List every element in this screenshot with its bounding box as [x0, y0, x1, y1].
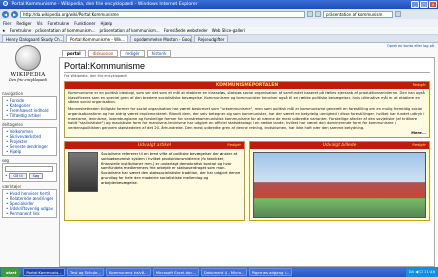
browser-tab-bar: Henry Dalsgaard Skudy Ch... Portal:Kommu… — [0, 35, 438, 43]
sidebar-item[interactable]: Hjælp — [6, 149, 53, 154]
minimize-button[interactable]: _ — [411, 1, 419, 8]
sidebar: navigation Forside Kategorier Fremhævet … — [2, 89, 57, 218]
taskbar-item[interactable]: Kommunens halvå... — [105, 268, 151, 276]
browser-tab-active[interactable]: Portal:Kommunisme - Wik... — [66, 35, 128, 42]
browser-tab[interactable]: opsdømmelse Moston - Goog... — [130, 35, 192, 42]
portal-body: Kommunisme er en politisk ideologi, som … — [65, 89, 429, 137]
browser-tab[interactable]: Henry Dalsgaard Skudy Ch... — [2, 35, 64, 42]
favorites-bar: ★ Foretrukne präsentation af kommunism..… — [0, 27, 438, 35]
sidebar-item[interactable]: Tilfældig artikel — [6, 113, 53, 118]
featured-article-box: Udvalgt artikel Redigér Socialisme refer… — [64, 141, 245, 222]
featured-image-header: Udvalgt billede Redigér — [250, 142, 429, 150]
featured-image-box: Udvalgt billede Redigér — [249, 141, 430, 222]
more-link[interactable]: Mere... — [68, 131, 426, 136]
portal-header-title: KOMMUNISMEPORTALEN — [215, 83, 279, 88]
forward-icon[interactable]: ▶ — [11, 10, 18, 18]
tab-discussion[interactable]: diskussion — [87, 50, 119, 57]
intro-paragraph: Kommunisme er en politisk ideologi, som … — [68, 91, 425, 105]
search-box: Gå til Søg — [2, 163, 57, 182]
participation-box: Velkommen Skriveværksted Projekter Senes… — [2, 127, 57, 156]
featured-article-text: Socialisme refererer til en bred vifte a… — [101, 152, 241, 185]
puzzle-globe-icon — [15, 45, 41, 71]
featured-image-title: Udvalgt billede — [322, 143, 357, 149]
sidebar-item[interactable]: Permanent link — [6, 211, 53, 216]
search-button[interactable]: Søg — [28, 173, 44, 179]
tools-box: Hvad henviser hertil Relaterede ændringe… — [2, 189, 57, 218]
portal-edit-link[interactable]: Redigér — [413, 82, 426, 89]
browser-tab[interactable]: Rejseudgifter — [194, 35, 229, 42]
taskbar-item[interactable]: Dokument 4 - Micro... — [200, 268, 247, 276]
start-button[interactable]: start — [1, 267, 22, 277]
back-icon[interactable]: ◀ — [2, 10, 9, 18]
menu-file[interactable]: Filer — [3, 21, 11, 26]
menu-favorites[interactable]: Foretrukne — [48, 21, 70, 26]
taskbar-item[interactable]: Portal:Kommunis... — [23, 268, 66, 276]
menu-tools[interactable]: Funktioner — [74, 21, 95, 26]
search-icon[interactable] — [395, 11, 401, 17]
taskbar-item[interactable]: Test og Schule... — [67, 268, 104, 276]
main-content: Portal:Kommunisme Fra Wikipedia, den fri… — [59, 57, 435, 267]
menu-bar: Filer Rediger Vis Foretrukne Funktioner … — [0, 19, 438, 27]
wiki-search-input[interactable] — [5, 166, 53, 172]
link-item[interactable]: präsentation af kommunism... — [35, 28, 95, 33]
kremlin-image[interactable] — [253, 152, 426, 219]
search-field[interactable]: präsentation af kommunism — [323, 10, 393, 18]
tab-edit[interactable]: redigér — [120, 50, 145, 57]
link-item[interactable]: Foretrukne — [10, 28, 32, 33]
featured-article-title: Udvalgt artikel — [137, 143, 172, 149]
featured-article-edit-link[interactable]: Redigér — [227, 142, 241, 149]
stop-icon[interactable] — [315, 11, 321, 17]
link-item[interactable]: Foreslåede websteder — [164, 28, 208, 33]
go-button[interactable]: Gå til — [9, 173, 27, 179]
taskbar-item[interactable]: Microsoft Excel-doc... — [152, 268, 199, 276]
featured-image-edit-link[interactable]: Redigér — [412, 142, 426, 149]
window-controls: _ □ x — [411, 1, 437, 8]
nav-box: Forside Kategorier Fremhævet indhold Til… — [2, 96, 57, 120]
address-bar: ◀ ▶ http://da.wikipedia.org/wiki/Portal:… — [0, 9, 438, 19]
tab-history[interactable]: historik — [146, 50, 172, 57]
logo-subtitle: Den frie encyklopædi — [8, 78, 48, 82]
page-subtitle: Fra Wikipedia, den frie encyklopædi — [64, 74, 127, 78]
internet-explorer-icon — [3, 1, 8, 6]
page-title: Portal:Kommunisme — [64, 61, 430, 73]
tab-portal[interactable]: portal — [62, 50, 86, 57]
url-field[interactable]: http://da.wikipedia.org/wiki/Portal:Komm… — [20, 10, 305, 18]
link-item[interactable]: Web Slice-galleri — [212, 28, 245, 33]
portal-header: KOMMUNISMEPORTALEN Redigér — [65, 82, 429, 89]
taskbar-item[interactable]: Pigernes adgang i... — [248, 268, 293, 276]
featured-article-header: Udvalgt artikel Redigér — [65, 142, 244, 150]
menu-edit[interactable]: Rediger — [16, 21, 31, 26]
wikipedia-logo[interactable]: WIKIPEDIA Den frie encyklopædi — [6, 45, 50, 87]
link-item[interactable]: präsentation af kommunism... — [99, 28, 159, 33]
portal-columns: Udvalgt artikel Redigér Socialisme refer… — [64, 141, 430, 222]
refresh-icon[interactable] — [307, 11, 313, 17]
favorites-star-icon[interactable]: ★ — [2, 28, 6, 33]
content-tabs: portal diskussion redigér historik — [62, 50, 172, 57]
menu-help[interactable]: Hjælp — [100, 21, 112, 26]
window-title: Portal:Kommunisme - Wikipedia, den frie … — [11, 2, 198, 7]
intro-paragraph: Mennesketheden tidligste former for soci… — [68, 107, 425, 130]
window-titlebar: Portal:Kommunisme - Wikipedia, den frie … — [0, 0, 438, 9]
wikipedia-page: Opret en konto eller log på WIKIPEDIA De… — [0, 43, 438, 267]
portal-intro-box: KOMMUNISMEPORTALEN Redigér Kommunisme er… — [64, 81, 430, 139]
maximize-button[interactable]: □ — [420, 1, 428, 8]
featured-image-body — [250, 149, 429, 220]
login-link[interactable]: Opret en konto eller log på — [387, 44, 434, 48]
menu-view[interactable]: Vis — [37, 21, 43, 26]
featured-article-body: Socialisme refererer til en bred vifte a… — [65, 149, 244, 195]
close-button[interactable]: x — [429, 1, 437, 8]
taskbar: start Portal:Kommunis... Test og Schule.… — [0, 267, 438, 277]
portrait-image[interactable] — [68, 152, 98, 193]
system-tray: DA ◀ ☐ 11:46 — [405, 267, 438, 277]
